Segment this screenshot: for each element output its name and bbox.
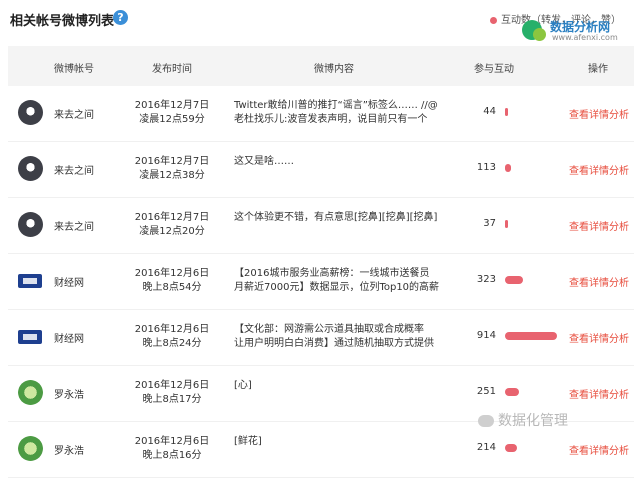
view-detail-link[interactable]: 查看详情分析 bbox=[569, 162, 629, 177]
col-action: 操作 bbox=[588, 64, 608, 75]
table-row: 来去之间 2016年12月7日 凌晨12点38分 这又是啥…… 113 查看详情分析 bbox=[8, 142, 634, 198]
publish-time: 2016年12月6日 晚上8点24分 bbox=[126, 323, 218, 351]
publish-date: 2016年12月6日 bbox=[134, 436, 210, 447]
publish-date: 2016年12月6日 bbox=[134, 380, 210, 391]
col-content: 微博内容 bbox=[314, 64, 354, 75]
col-time: 发布时间 bbox=[152, 64, 192, 75]
publish-clock: 凌晨12点59分 bbox=[139, 114, 205, 125]
publish-time: 2016年12月7日 凌晨12点20分 bbox=[126, 211, 218, 239]
publish-date: 2016年12月6日 bbox=[134, 324, 210, 335]
interaction-count: 113 bbox=[476, 162, 496, 173]
watermark-url: www.afenxi.com bbox=[552, 33, 618, 42]
account-name[interactable]: 来去之间 bbox=[54, 106, 94, 121]
avatar[interactable] bbox=[18, 380, 43, 405]
col-account: 微博帐号 bbox=[54, 64, 94, 75]
publish-clock: 凌晨12点38分 bbox=[139, 170, 205, 181]
interaction-count: 44 bbox=[483, 106, 496, 117]
account-name[interactable]: 罗永浩 bbox=[54, 442, 84, 457]
interaction-bar bbox=[505, 164, 511, 172]
publish-date: 2016年12月7日 bbox=[134, 212, 210, 223]
publish-time: 2016年12月6日 晚上8点54分 bbox=[126, 267, 218, 295]
account-name[interactable]: 财经网 bbox=[54, 274, 84, 289]
weibo-content[interactable]: 【文化部：网游需公示道具抽取或合成概率 让用户明明白白消费】通过随机抽取方式提供 bbox=[234, 323, 444, 351]
view-detail-link[interactable]: 查看详情分析 bbox=[569, 218, 629, 233]
help-icon[interactable]: ? bbox=[113, 10, 128, 25]
avatar[interactable] bbox=[18, 436, 43, 461]
table-header: 微博帐号 发布时间 微博内容 参与互动 操作 bbox=[8, 46, 634, 86]
table-row: 财经网 2016年12月6日 晚上8点54分 【2016城市服务业高薪榜：一线城市送餐… bbox=[8, 254, 634, 310]
avatar[interactable] bbox=[18, 274, 42, 288]
view-detail-link[interactable]: 查看详情分析 bbox=[569, 442, 629, 457]
view-detail-link[interactable]: 查看详情分析 bbox=[569, 330, 629, 345]
interaction-bar bbox=[505, 220, 508, 228]
table-row: 财经网 2016年12月6日 晚上8点24分 【文化部：网游需公示道具抽取或合成概率 … bbox=[8, 310, 634, 366]
account-name[interactable]: 财经网 bbox=[54, 330, 84, 345]
interaction-bar bbox=[505, 108, 508, 116]
view-detail-link[interactable]: 查看详情分析 bbox=[569, 386, 629, 401]
interaction-count: 37 bbox=[483, 218, 496, 229]
col-interaction: 参与互动 bbox=[474, 64, 514, 75]
interaction-bar bbox=[505, 444, 517, 452]
watermark-logo: 数据分析网 www.afenxi.com bbox=[518, 18, 638, 48]
avatar[interactable] bbox=[18, 330, 42, 344]
publish-time: 2016年12月7日 凌晨12点59分 bbox=[126, 99, 218, 127]
footer-watermark: 数据化管理 bbox=[478, 410, 568, 430]
table-row: 罗永浩 2016年12月6日 晚上8点16分 [鲜花] 214 查看详情分析 bbox=[8, 422, 634, 478]
account-name[interactable]: 来去之间 bbox=[54, 162, 94, 177]
interaction-count: 251 bbox=[476, 386, 496, 397]
account-name[interactable]: 罗永浩 bbox=[54, 386, 84, 401]
weibo-content[interactable]: Twitter敢给川普的推打“谣言”标签么…… //@ 老杜找乐儿:波音发表声明… bbox=[234, 99, 444, 127]
interaction-bar bbox=[505, 276, 523, 284]
logo-leaf-icon bbox=[533, 28, 546, 41]
publish-date: 2016年12月7日 bbox=[134, 156, 210, 167]
publish-time: 2016年12月6日 晚上8点17分 bbox=[126, 379, 218, 407]
publish-clock: 晚上8点24分 bbox=[142, 338, 202, 349]
account-name[interactable]: 来去之间 bbox=[54, 218, 94, 233]
table-row: 来去之间 2016年12月7日 凌晨12点20分 这个体验更不错，有点意思[挖鼻][挖… bbox=[8, 198, 634, 254]
avatar[interactable] bbox=[18, 156, 43, 181]
publish-date: 2016年12月6日 bbox=[134, 268, 210, 279]
table-row: 来去之间 2016年12月7日 凌晨12点59分 Twitter敢给川普的推打“谣言”… bbox=[8, 86, 634, 142]
weibo-content[interactable]: [心] bbox=[234, 379, 444, 393]
publish-clock: 凌晨12点20分 bbox=[139, 226, 205, 237]
publish-time: 2016年12月7日 凌晨12点38分 bbox=[126, 155, 218, 183]
avatar[interactable] bbox=[18, 212, 43, 237]
publish-clock: 晚上8点54分 bbox=[142, 282, 202, 293]
view-detail-link[interactable]: 查看详情分析 bbox=[569, 106, 629, 121]
wechat-icon bbox=[478, 415, 494, 427]
panel-title: 相关帐号微博列表 bbox=[10, 14, 115, 29]
interaction-count: 323 bbox=[476, 274, 496, 285]
publish-clock: 晚上8点17分 bbox=[142, 394, 202, 405]
interaction-count: 914 bbox=[476, 330, 496, 341]
interaction-bar bbox=[505, 388, 519, 396]
footer-watermark-text: 数据化管理 bbox=[498, 413, 568, 429]
weibo-content[interactable]: 这又是啥…… bbox=[234, 155, 444, 169]
view-detail-link[interactable]: 查看详情分析 bbox=[569, 274, 629, 289]
publish-date: 2016年12月7日 bbox=[134, 100, 210, 111]
publish-time: 2016年12月6日 晚上8点16分 bbox=[126, 435, 218, 463]
legend-dot-icon bbox=[490, 16, 497, 24]
avatar[interactable] bbox=[18, 100, 43, 125]
weibo-content[interactable]: [鲜花] bbox=[234, 435, 444, 449]
weibo-content[interactable]: 【2016城市服务业高薪榜：一线城市送餐员 月薪近7000元】数据显示，位列To… bbox=[234, 267, 444, 295]
publish-clock: 晚上8点16分 bbox=[142, 450, 202, 461]
interaction-count: 214 bbox=[476, 442, 496, 453]
interaction-bar bbox=[505, 332, 557, 340]
weibo-content[interactable]: 这个体验更不错，有点意思[挖鼻][挖鼻][挖鼻] bbox=[234, 211, 444, 225]
